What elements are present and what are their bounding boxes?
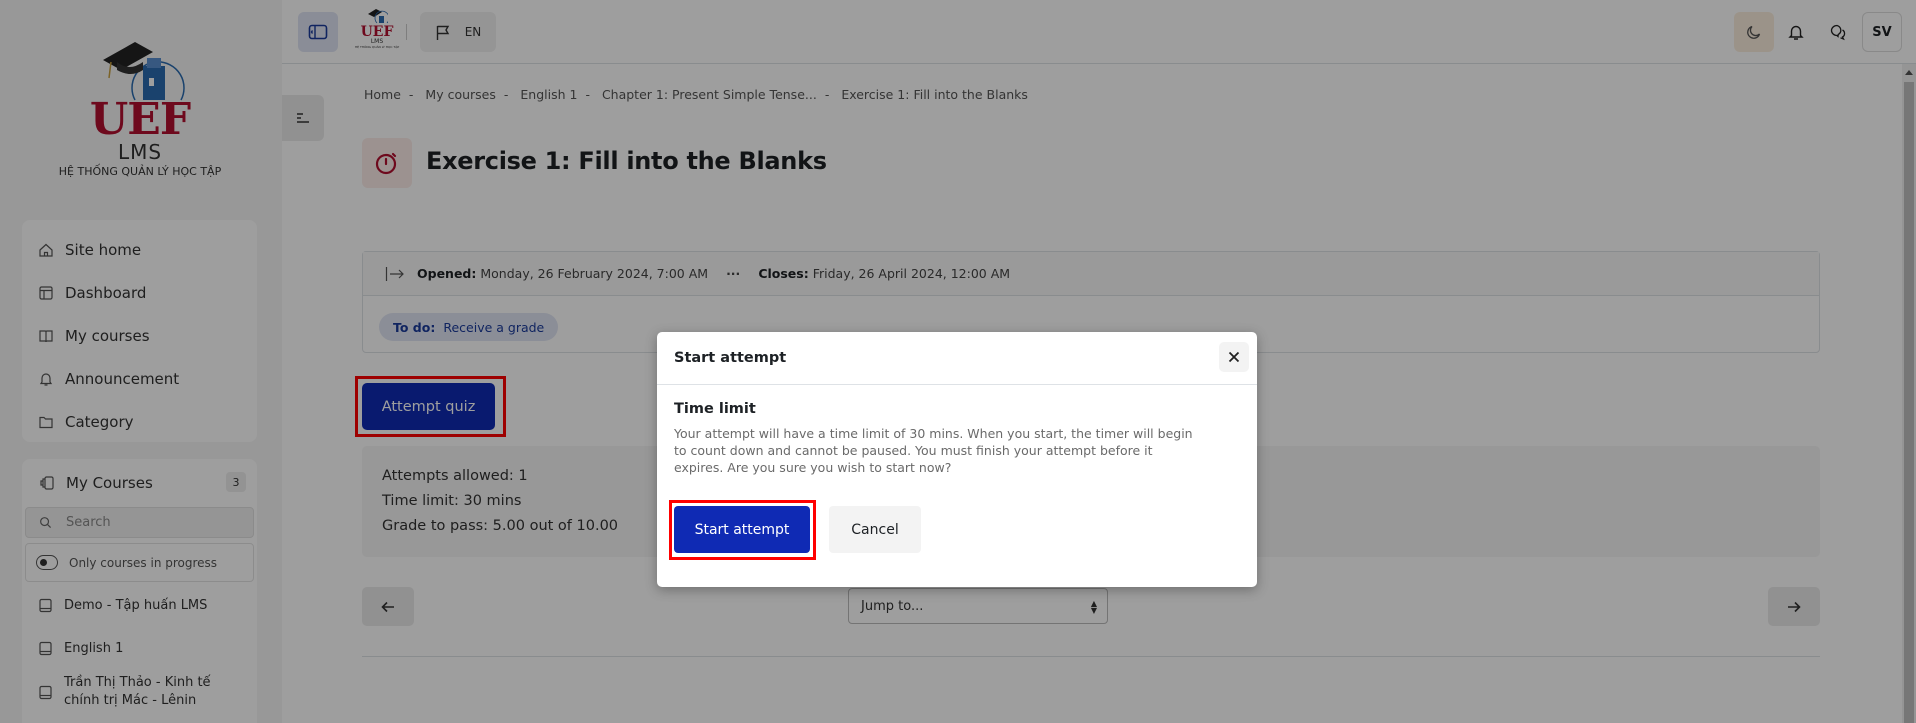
cancel-button[interactable]: Cancel [829, 506, 921, 553]
start-attempt-button[interactable]: Start attempt [674, 506, 810, 553]
close-button[interactable] [1219, 342, 1249, 372]
close-icon [1228, 351, 1240, 363]
dialog-title: Start attempt [674, 350, 787, 366]
dialog-body: Time limit Your attempt will have a time… [657, 385, 1257, 492]
start-attempt-dialog: Start attempt Time limit Your attempt wi… [657, 332, 1257, 587]
dialog-header: Start attempt [657, 332, 1257, 385]
time-limit-message: Your attempt will have a time limit of 3… [674, 426, 1193, 475]
time-limit-heading: Time limit [674, 401, 756, 417]
